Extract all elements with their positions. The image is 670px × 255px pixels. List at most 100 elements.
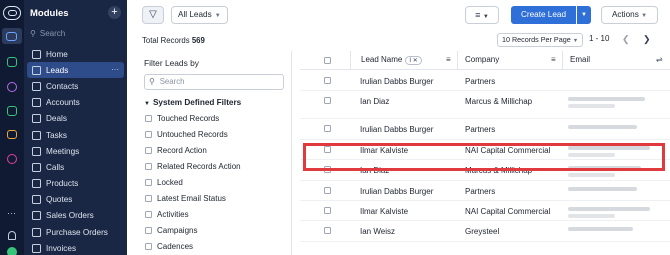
filter-item-locked[interactable]: Locked bbox=[145, 175, 241, 191]
filter-label: Campaigns bbox=[157, 225, 198, 235]
filter-item-cadences[interactable]: Cadences bbox=[145, 238, 241, 254]
sidebar-item-label: Accounts bbox=[46, 98, 80, 108]
chevron-down-icon: ▼ bbox=[581, 12, 587, 18]
sidebar-item-leads[interactable]: Leads ··· bbox=[27, 62, 124, 79]
chart-icon[interactable] bbox=[5, 55, 18, 68]
app-logo-icon[interactable] bbox=[3, 6, 21, 20]
analytics-icon[interactable] bbox=[5, 80, 18, 93]
table-row[interactable]: Irulian Dabbs Burger Partners bbox=[300, 119, 670, 140]
column-menu-icon[interactable]: ≡ bbox=[446, 55, 451, 64]
filter-search-input[interactable]: ⚲ Search bbox=[144, 74, 284, 90]
select-all-checkbox[interactable] bbox=[324, 57, 331, 64]
previous-page-icon[interactable]: ❮ bbox=[622, 34, 630, 45]
records-per-page-select[interactable]: 10 Records Per Page ▼ bbox=[497, 33, 584, 47]
more-apps-icon[interactable]: ··· bbox=[5, 206, 18, 219]
row-checkbox[interactable] bbox=[324, 77, 331, 84]
filter-item-record-action[interactable]: Record Action bbox=[145, 143, 241, 159]
lead-name-cell[interactable]: Ilmar Kalviste bbox=[360, 207, 408, 216]
actions-dropdown[interactable]: Actions ▼ bbox=[601, 6, 658, 24]
column-settings-icon[interactable]: ⇌ bbox=[656, 55, 663, 64]
more-options-icon[interactable]: ··· bbox=[111, 65, 119, 74]
sidebar-item-home[interactable]: Home bbox=[27, 46, 124, 62]
list-icon: ≡ bbox=[475, 10, 481, 20]
lead-name-cell[interactable]: Irulian Dabbs Burger bbox=[360, 77, 433, 86]
column-header-lead-name[interactable]: Lead Name I ✕ bbox=[361, 55, 422, 65]
company-cell: Marcus & Millichap bbox=[465, 97, 533, 107]
table-row[interactable]: Ian Diaz Marcus & Millichap bbox=[300, 160, 670, 181]
lead-name-cell[interactable]: Irulian Dabbs Burger bbox=[360, 125, 433, 134]
sidebar-item-deals[interactable]: Deals bbox=[27, 111, 124, 127]
view-selector-label: All Leads bbox=[178, 10, 212, 19]
system-filters-section-toggle[interactable]: ▼ System Defined Filters bbox=[144, 98, 241, 107]
filter-checkbox[interactable] bbox=[145, 131, 152, 139]
filter-item-untouched-records[interactable]: Untouched Records bbox=[145, 127, 241, 143]
row-checkbox[interactable] bbox=[324, 145, 331, 153]
sidebar-item-invoices[interactable]: Invoices bbox=[27, 240, 124, 255]
sidebar-item-quotes[interactable]: Quotes bbox=[27, 192, 124, 208]
sidebar-item-meetings[interactable]: Meetings bbox=[27, 143, 124, 159]
add-module-button[interactable]: + bbox=[108, 6, 121, 19]
row-checkbox[interactable] bbox=[324, 97, 331, 105]
folder-icon[interactable] bbox=[5, 30, 18, 43]
column-header-company[interactable]: Company bbox=[465, 55, 499, 64]
lead-name-cell[interactable]: Ian Weisz bbox=[360, 227, 395, 236]
filter-checkbox[interactable] bbox=[145, 147, 152, 155]
filter-checkbox[interactable] bbox=[145, 179, 152, 186]
row-checkbox[interactable] bbox=[324, 186, 331, 194]
table-row[interactable]: Ilmar Kalviste NAI Capital Commercial bbox=[300, 201, 670, 222]
email-cell-redacted bbox=[568, 75, 654, 88]
sidebar-item-sales-orders[interactable]: Sales Orders bbox=[27, 208, 124, 224]
filter-item-touched-records[interactable]: Touched Records bbox=[145, 111, 241, 127]
store-icon[interactable] bbox=[5, 128, 18, 141]
lead-name-cell[interactable]: Ian Diaz bbox=[360, 166, 389, 175]
filter-icon: ▽ bbox=[149, 9, 157, 20]
column-header-email[interactable]: Email bbox=[570, 55, 590, 64]
filter-checkbox[interactable] bbox=[145, 242, 152, 250]
filter-checkbox[interactable] bbox=[145, 226, 152, 234]
filter-item-latest-email-status[interactable]: Latest Email Status bbox=[145, 190, 241, 206]
create-lead-button[interactable]: Create Lead bbox=[511, 6, 576, 24]
column-divider bbox=[350, 51, 351, 70]
actions-label: Actions bbox=[611, 10, 639, 19]
filter-item-related-records-action[interactable]: Related Records Action bbox=[145, 159, 241, 175]
sidebar-item-accounts[interactable]: Accounts bbox=[27, 95, 124, 111]
row-checkbox[interactable] bbox=[324, 166, 331, 174]
filter-checkbox[interactable] bbox=[145, 163, 152, 171]
create-lead-options-button[interactable]: ▼ bbox=[577, 6, 591, 24]
bell-icon[interactable] bbox=[5, 229, 18, 242]
page-range: 1 - 10 bbox=[589, 34, 610, 43]
user-status-icon[interactable] bbox=[5, 245, 18, 255]
row-checkbox[interactable] bbox=[324, 227, 331, 235]
search-zoom-icon[interactable] bbox=[5, 152, 18, 165]
module-search-input[interactable]: ⚲ Search bbox=[30, 29, 122, 43]
table-row[interactable]: Ian Weisz Greysteel bbox=[300, 221, 670, 242]
sidebar-item-products[interactable]: Products bbox=[27, 176, 124, 192]
next-page-icon[interactable]: ❯ bbox=[643, 34, 651, 45]
filter-item-campaigns[interactable]: Campaigns bbox=[145, 222, 241, 238]
filter-item-activities[interactable]: Activities bbox=[145, 206, 241, 222]
row-checkbox[interactable] bbox=[324, 206, 331, 214]
sort-clear-icon[interactable]: I ✕ bbox=[405, 56, 422, 65]
lead-name-cell[interactable]: Ilmar Kalviste bbox=[360, 146, 408, 155]
filter-toggle-button[interactable]: ▽ bbox=[142, 6, 164, 24]
table-row[interactable]: Irulian Dabbs Burger Partners bbox=[300, 71, 670, 92]
sidebar-item-tasks[interactable]: Tasks bbox=[27, 127, 124, 143]
column-menu-icon[interactable]: ≡ bbox=[551, 55, 556, 64]
search-icon: ⚲ bbox=[30, 29, 36, 38]
table-row-highlighted[interactable]: Ian Diaz Marcus & Millichap bbox=[300, 91, 670, 120]
filter-checkbox[interactable] bbox=[145, 210, 152, 218]
sidebar-item-calls[interactable]: Calls bbox=[27, 159, 124, 175]
view-selector-dropdown[interactable]: All Leads ▼ bbox=[171, 6, 228, 24]
calendar-icon[interactable] bbox=[5, 104, 18, 117]
lead-name-cell[interactable]: Ian Diaz bbox=[360, 97, 389, 106]
row-checkbox[interactable] bbox=[324, 125, 331, 133]
table-row[interactable]: Irulian Dabbs Burger Partners bbox=[300, 181, 670, 201]
filter-checkbox[interactable] bbox=[145, 115, 152, 123]
lead-name-cell[interactable]: Irulian Dabbs Burger bbox=[360, 187, 433, 196]
filter-label: Cadences bbox=[157, 241, 194, 251]
sidebar-item-purchase-orders[interactable]: Purchase Orders bbox=[27, 224, 124, 240]
sidebar-item-contacts[interactable]: Contacts bbox=[27, 78, 124, 94]
list-view-toggle[interactable]: ≡ ▼ bbox=[465, 6, 499, 24]
filter-checkbox[interactable] bbox=[145, 194, 152, 202]
table-row[interactable]: Ilmar Kalviste NAI Capital Commercial bbox=[300, 140, 670, 161]
